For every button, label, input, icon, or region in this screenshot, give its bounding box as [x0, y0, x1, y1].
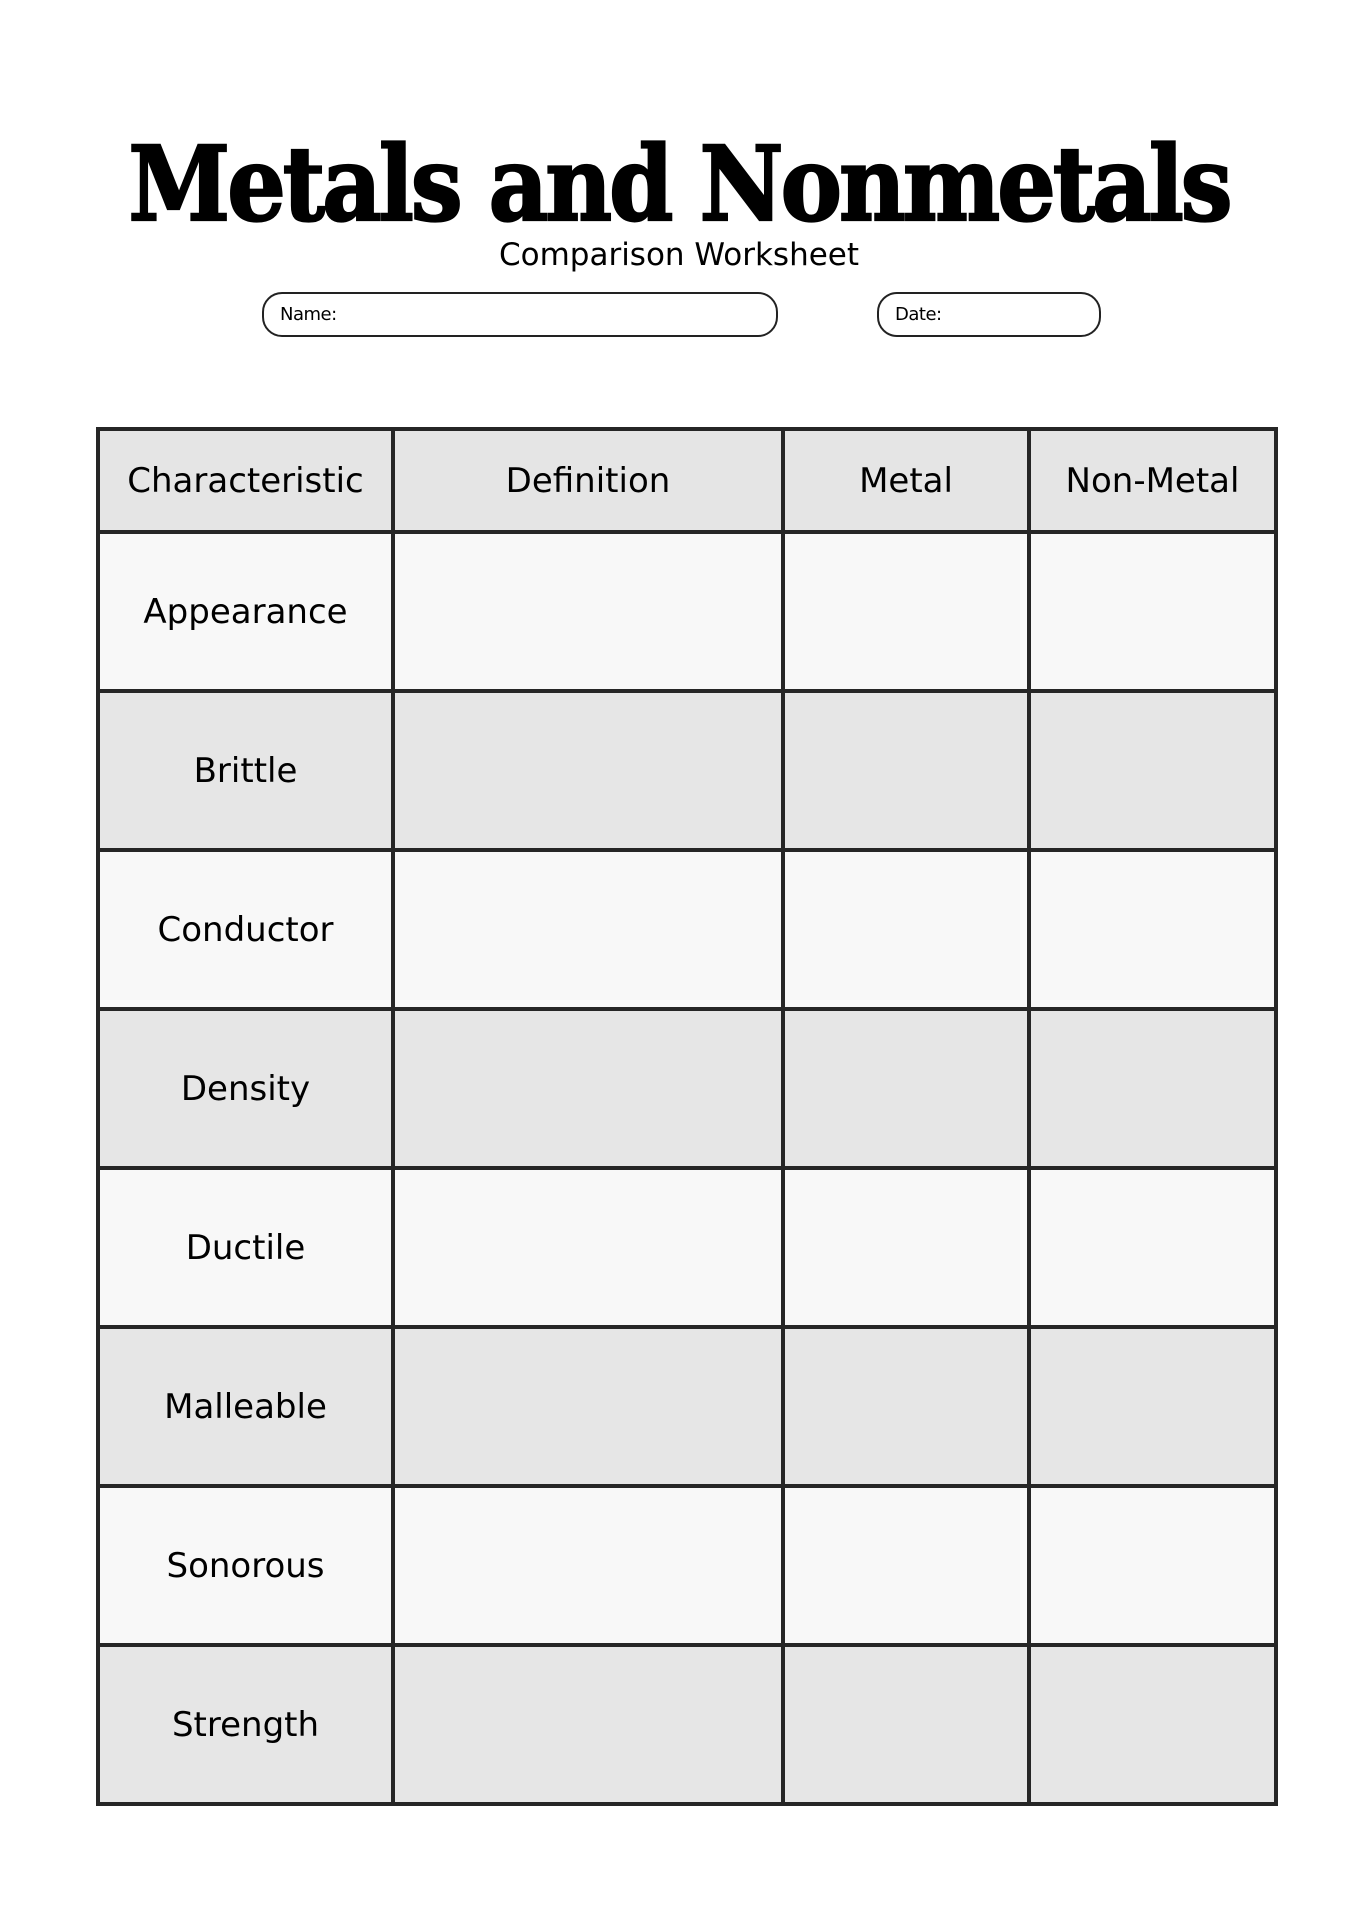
definition-cell[interactable] [391, 530, 785, 693]
characteristic-cell: Density [96, 1007, 395, 1170]
name-label: Name: [280, 304, 337, 325]
characteristic-cell: Sonorous [96, 1484, 395, 1647]
metal-cell[interactable] [781, 1166, 1031, 1329]
non-metal-cell[interactable] [1027, 1643, 1278, 1806]
characteristic-cell: Appearance [96, 530, 395, 693]
non-metal-cell[interactable] [1027, 689, 1278, 852]
characteristic-cell: Conductor [96, 848, 395, 1011]
metal-cell[interactable] [781, 1007, 1031, 1170]
characteristic-cell: Brittle [96, 689, 395, 852]
worksheet-title: Metals and Nonmetals [127, 123, 1233, 245]
non-metal-cell[interactable] [1027, 1484, 1278, 1647]
metal-cell[interactable] [781, 1325, 1031, 1488]
comparison-table: Characteristic Definition Metal Non-Meta… [96, 427, 1278, 1806]
table-row: Conductor [96, 848, 1278, 1011]
metal-cell[interactable] [781, 1643, 1031, 1806]
table-row: Appearance [96, 530, 1278, 693]
non-metal-cell[interactable] [1027, 530, 1278, 693]
definition-cell[interactable] [391, 689, 785, 852]
non-metal-cell[interactable] [1027, 1166, 1278, 1329]
table-header-row: Characteristic Definition Metal Non-Meta… [96, 427, 1278, 534]
table-row: Strength [96, 1643, 1278, 1806]
definition-cell[interactable] [391, 1007, 785, 1170]
table-row: Density [96, 1007, 1278, 1170]
column-header-non-metal: Non-Metal [1027, 427, 1278, 534]
non-metal-cell[interactable] [1027, 1007, 1278, 1170]
name-field[interactable]: Name: [262, 292, 778, 337]
characteristic-cell: Malleable [96, 1325, 395, 1488]
characteristic-cell: Ductile [96, 1166, 395, 1329]
table-row: Sonorous [96, 1484, 1278, 1647]
definition-cell[interactable] [391, 848, 785, 1011]
worksheet-subtitle: Comparison Worksheet [498, 237, 860, 273]
table-row: Malleable [96, 1325, 1278, 1488]
metal-cell[interactable] [781, 1484, 1031, 1647]
definition-cell[interactable] [391, 1166, 785, 1329]
date-field[interactable]: Date: [877, 292, 1101, 337]
definition-cell[interactable] [391, 1484, 785, 1647]
column-header-metal: Metal [781, 427, 1031, 534]
definition-cell[interactable] [391, 1325, 785, 1488]
date-label: Date: [895, 304, 942, 325]
definition-cell[interactable] [391, 1643, 785, 1806]
non-metal-cell[interactable] [1027, 1325, 1278, 1488]
characteristic-cell: Strength [96, 1643, 395, 1806]
table-row: Brittle [96, 689, 1278, 852]
non-metal-cell[interactable] [1027, 848, 1278, 1011]
column-header-definition: Definition [391, 427, 785, 534]
metal-cell[interactable] [781, 689, 1031, 852]
metal-cell[interactable] [781, 530, 1031, 693]
table-row: Ductile [96, 1166, 1278, 1329]
metal-cell[interactable] [781, 848, 1031, 1011]
column-header-characteristic: Characteristic [96, 427, 395, 534]
